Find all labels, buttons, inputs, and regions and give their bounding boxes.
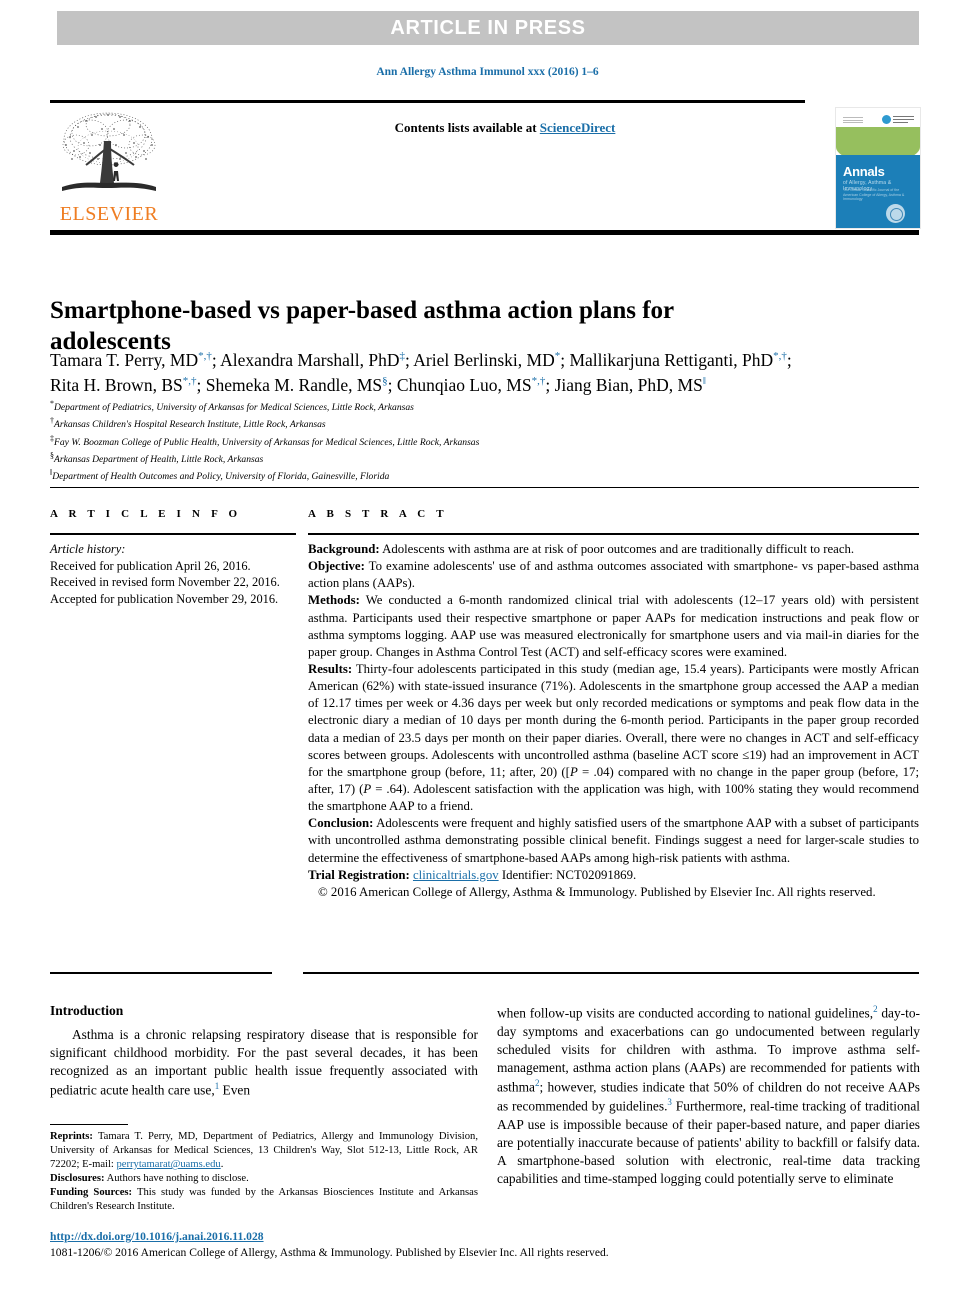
journal-citation: Ann Allergy Asthma Immunol xxx (2016) 1–… [376, 66, 599, 78]
author-line-2: Rita H. Brown, BS*,†; Shemeka M. Randle,… [50, 374, 706, 395]
abstract-results-text-a: Thirty-four adolescents participated in … [308, 661, 919, 779]
affiliation-text: Department of Health Outcomes and Policy… [52, 471, 390, 483]
footnote-disclosures: Disclosures: Authors have nothing to dis… [50, 1172, 478, 1186]
introduction-left-column: Asthma is a chronic relapsing respirator… [50, 1026, 478, 1100]
article-in-press-banner: ARTICLE IN PRESS [57, 11, 919, 45]
article-history-revised: Received in revised form November 22, 20… [50, 575, 280, 589]
reprints-text: Tamara T. Perry, MD, Department of Pedia… [50, 1131, 478, 1171]
introduction-heading: Introduction [50, 1003, 124, 1018]
doi-link[interactable]: http://dx.doi.org/10.1016/j.anai.2016.11… [50, 1230, 264, 1243]
contents-lists-line: Contents lists available at ScienceDirec… [200, 120, 810, 136]
abstract-background-label: Background: [308, 542, 380, 556]
affiliation-text: Arkansas Department of Health, Little Ro… [54, 454, 264, 466]
reprints-text-end: . [220, 1159, 224, 1171]
disclosures-text: Authors have nothing to disclose. [104, 1173, 249, 1185]
affiliation-item: *Department of Pediatrics, University of… [50, 398, 930, 415]
abstract-methods-text: We conducted a 6-month randomized clinic… [308, 593, 919, 659]
article-history-label: Article history: [50, 542, 126, 556]
abstract-trial-registration: Trial Registration: clinicaltrials.gov I… [308, 867, 919, 884]
abstract-objective-text: To examine adolescents' use of and asthm… [308, 559, 919, 591]
clinicaltrials-link[interactable]: clinicaltrials.gov [413, 868, 499, 882]
affiliation-item: ‡Fay W. Boozman College of Public Health… [50, 433, 930, 450]
abstract-results: Results: Thirty-four adolescents partici… [308, 661, 919, 815]
masthead: ELSEVIER Contents lists available at Sci… [50, 103, 921, 229]
abstract-body: Background: Adolescents with asthma are … [308, 541, 919, 901]
cover-seal-icon [886, 204, 905, 223]
disclosures-label: Disclosures: [50, 1173, 105, 1185]
author-email-link[interactable]: perrytamarat@uams.edu [117, 1159, 221, 1170]
sciencedirect-link[interactable]: ScienceDirect [540, 120, 616, 135]
abstract-conclusion-text: Adolescents were frequent and highly sat… [308, 816, 919, 865]
funding-sources-label: Funding Sources: [50, 1187, 133, 1199]
abstract-results-pvalue-1: P [569, 764, 578, 779]
author-list: Tamara T. Perry, MD*,†; Alexandra Marsha… [50, 348, 930, 397]
footer-copyright: 1081-1206/© 2016 American College of All… [50, 1246, 609, 1259]
footnote-divider [50, 1124, 128, 1125]
abstract-background: Background: Adolescents with asthma are … [308, 541, 919, 558]
elsevier-tree-icon [56, 109, 162, 201]
masthead-rule-bottom [50, 230, 919, 235]
affiliation-text: Department of Pediatrics, University of … [54, 402, 414, 414]
abstract-methods: Methods: We conducted a 6-month randomiz… [308, 592, 919, 661]
right-column-rule [303, 972, 919, 974]
affiliation-item: †Arkansas Children's Hospital Research I… [50, 415, 930, 432]
abstract-results-text-c: = .64). Adolescent satisfaction with the… [308, 781, 919, 814]
introduction-text-b: Even [219, 1082, 251, 1098]
intro-right-text-a: when follow-up visits are conducted acco… [497, 1005, 874, 1021]
acaai-logo-icon [882, 115, 914, 125]
abstract-conclusion-label: Conclusion: [308, 816, 374, 831]
abstract-conclusion: Conclusion: Adolescents were frequent an… [308, 815, 919, 866]
article-info-rule [50, 533, 296, 535]
author-line-1: Tamara T. Perry, MD*,†; Alexandra Marsha… [50, 350, 792, 370]
article-history-accepted: Accepted for publication November 29, 20… [50, 591, 279, 606]
reprints-label: Reprints: [50, 1131, 93, 1142]
affiliation-item: §Arkansas Department of Health, Little R… [50, 450, 930, 467]
cover-tagline: The Official Scientific Journal of the A… [843, 188, 905, 202]
article-in-press-label: ARTICLE IN PRESS [390, 16, 586, 39]
footnote-funding: Funding Sources: This study was funded b… [50, 1186, 478, 1214]
abstract-copyright: © 2016 American College of Allergy, Asth… [318, 884, 876, 899]
article-info-heading: A R T I C L E I N F O [50, 508, 242, 520]
abstract-background-text: Adolescents with asthma are at risk of p… [379, 542, 855, 556]
abstract-objective: Objective: To examine adolescents' use o… [308, 558, 919, 592]
cover-title: Annals [843, 164, 885, 179]
introduction-right-column: when follow-up visits are conducted acco… [497, 1003, 920, 1188]
elsevier-logo: ELSEVIER [50, 109, 168, 227]
affiliation-text: Fay W. Boozman College of Public Health,… [54, 436, 480, 448]
article-history: Article history: Received for publicatio… [50, 541, 300, 607]
article-history-received: Received for publication April 26, 2016. [50, 558, 251, 573]
abstract-rule [308, 533, 919, 535]
abstract-objective-label: Objective: [308, 559, 365, 574]
journal-cover-thumbnail[interactable]: Annals of Allergy, Asthma & Immunology T… [835, 107, 921, 229]
cover-corner-text [843, 117, 863, 125]
abstract-results-label: Results: [308, 661, 353, 676]
trial-registration-label: Trial Registration: [308, 867, 410, 882]
affiliation-item: ‖Department of Health Outcomes and Polic… [50, 467, 930, 484]
elsevier-wordmark: ELSEVIER [59, 203, 159, 225]
affiliation-list: *Department of Pediatrics, University of… [50, 398, 930, 485]
affiliation-divider [50, 487, 919, 488]
left-column-rule [50, 972, 272, 974]
abstract-methods-label: Methods: [308, 593, 360, 608]
footnotes-block: Reprints: Tamara T. Perry, MD, Departmen… [50, 1130, 478, 1214]
affiliation-text: Arkansas Children's Hospital Research In… [54, 419, 326, 431]
footnote-reprints: Reprints: Tamara T. Perry, MD, Departmen… [50, 1130, 478, 1172]
introduction-text-a: Asthma is a chronic relapsing respirator… [50, 1027, 478, 1098]
abstract-heading: A B S T R A C T [308, 508, 448, 520]
trial-registration-text: Identifier: NCT02091869. [498, 867, 637, 882]
contents-lists-prefix: Contents lists available at [394, 120, 540, 135]
